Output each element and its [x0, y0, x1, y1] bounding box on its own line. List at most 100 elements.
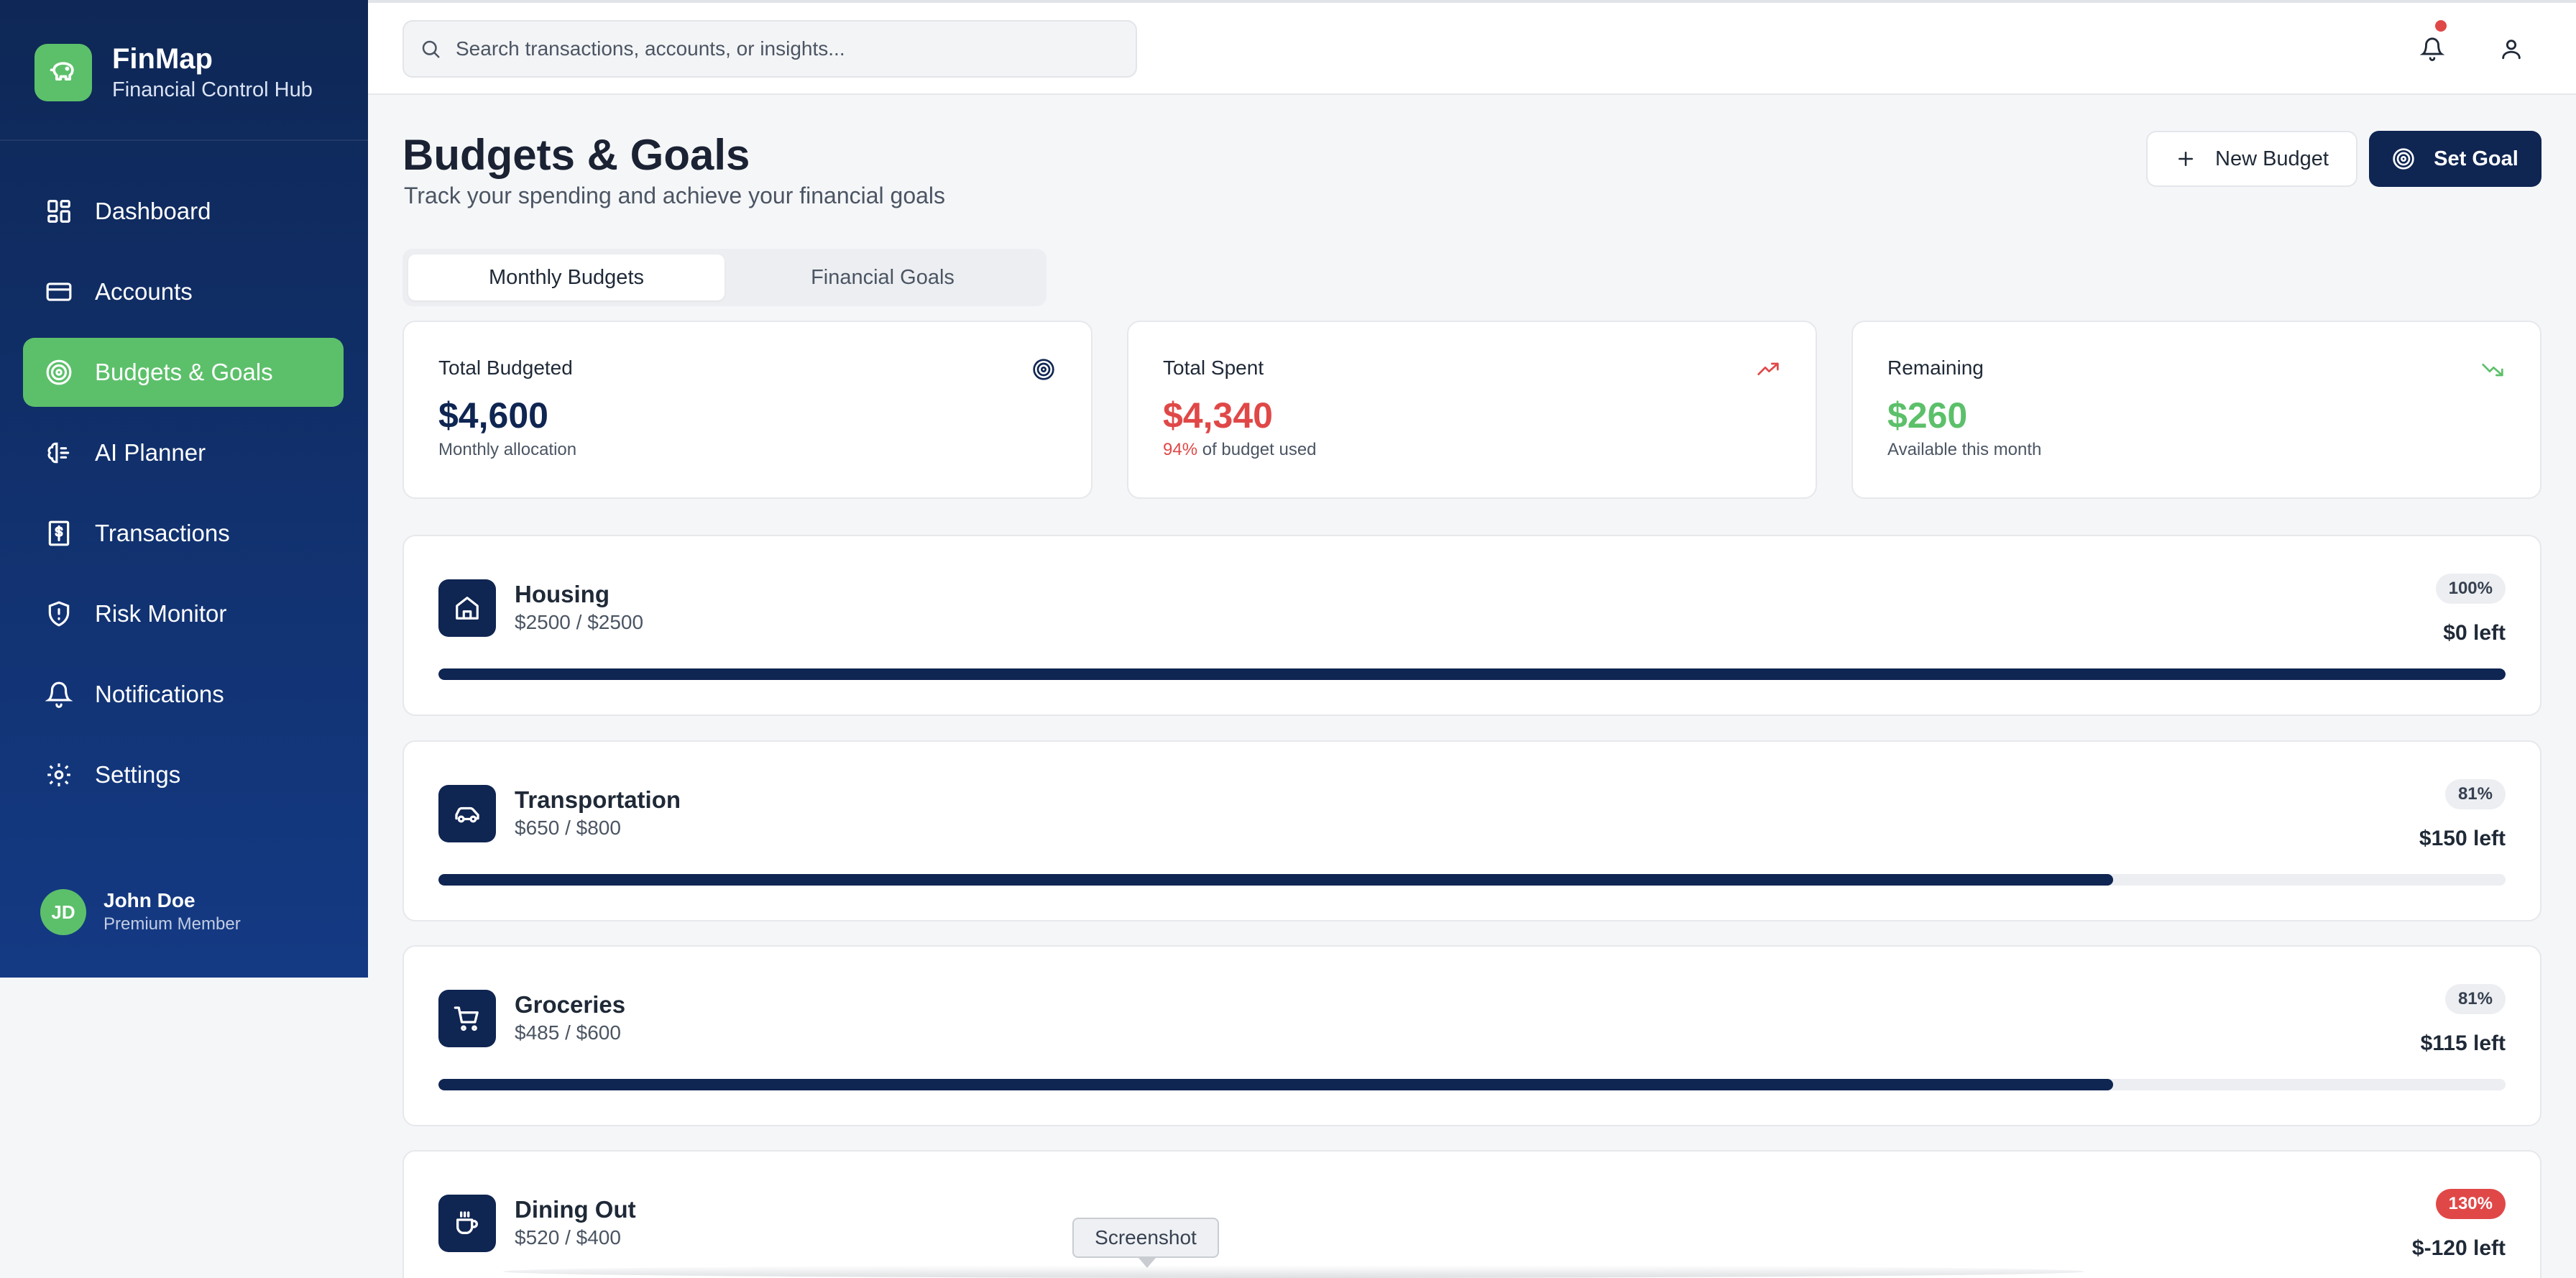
budget-progress-bar: [438, 668, 2506, 680]
sidebar-item-accounts[interactable]: Accounts: [23, 257, 344, 326]
brand-title: FinMap: [112, 43, 213, 75]
budget-progress-fill: [438, 874, 2113, 886]
search-icon: [420, 38, 441, 60]
tooltip-tail: [1138, 1258, 1156, 1268]
stat-card-total-budgeted: Total Budgeted $4,600 Monthly allocation: [402, 321, 1092, 499]
trending-up-icon: [1755, 357, 1781, 382]
notification-badge: [2435, 20, 2447, 32]
budget-progress-bar: [438, 1079, 2506, 1090]
budget-progress-fill: [438, 668, 2506, 680]
budget-amount: $650 / $800: [515, 817, 621, 839]
coffee-icon: [438, 1195, 496, 1252]
budget-progress-fill: [438, 1079, 2113, 1090]
budget-card-housing[interactable]: Housing $2500 / $2500 100% $0 left: [402, 535, 2542, 716]
budget-percent-badge: 130%: [2435, 1189, 2506, 1219]
brand-subtitle: Financial Control Hub: [112, 78, 313, 101]
budget-name: Groceries: [515, 991, 626, 1018]
stat-label: Remaining: [1887, 357, 1984, 379]
budget-name: Housing: [515, 581, 610, 607]
sidebar-item-label: Notifications: [95, 681, 224, 707]
stat-card-remaining: Remaining $260 Available this month: [1852, 321, 2542, 499]
budget-amount: $485 / $600: [515, 1021, 621, 1044]
budget-card-transportation[interactable]: Transportation $650 / $800 81% $150 left: [402, 740, 2542, 921]
screenshot-tooltip: Screenshot: [1072, 1218, 1219, 1258]
sidebar-item-label: Accounts: [95, 278, 193, 305]
set-goal-button[interactable]: Set Goal: [2369, 131, 2542, 187]
profile-button[interactable]: [2491, 29, 2531, 69]
sidebar-item-ai-planner[interactable]: AI Planner: [23, 418, 344, 487]
sidebar-item-risk-monitor[interactable]: Risk Monitor: [23, 579, 344, 648]
plus-icon: [2175, 148, 2196, 170]
bottom-shadow: [503, 1265, 2084, 1278]
user-profile[interactable]: JD John Doe Premium Member: [40, 888, 241, 936]
budget-card-dining-out[interactable]: Dining Out $520 / $400 130% $-120 left: [402, 1150, 2542, 1278]
tab-bar: Monthly Budgets Financial Goals: [402, 249, 1046, 306]
user-name: John Doe: [104, 889, 196, 911]
sidebar-item-transactions[interactable]: Transactions: [23, 499, 344, 568]
set-goal-label: Set Goal: [2434, 147, 2518, 170]
stat-note-highlight: 94%: [1163, 440, 1198, 459]
search-placeholder: Search transactions, accounts, or insigh…: [456, 37, 845, 60]
sidebar-item-budgets-goals[interactable]: Budgets & Goals: [23, 338, 344, 407]
sidebar-item-dashboard[interactable]: Dashboard: [23, 177, 344, 246]
piggy-bank-icon: [34, 44, 92, 101]
avatar: JD: [40, 889, 86, 935]
home-icon: [438, 579, 496, 637]
bell-icon: [45, 680, 73, 709]
user-icon: [2499, 37, 2524, 61]
budget-remaining: $115 left: [2420, 1031, 2506, 1055]
stat-note: Monthly allocation: [438, 440, 577, 459]
user-role: Premium Member: [104, 914, 241, 934]
sidebar-item-label: Dashboard: [95, 198, 211, 224]
car-icon: [438, 785, 496, 842]
tab-monthly-budgets[interactable]: Monthly Budgets: [408, 254, 724, 300]
receipt-dollar-icon: [45, 519, 73, 548]
budget-name: Transportation: [515, 786, 681, 813]
stat-note: Available this month: [1887, 440, 2042, 459]
sidebar-item-label: AI Planner: [95, 439, 206, 466]
stat-value: $260: [1887, 395, 1968, 436]
trending-down-icon: [2480, 357, 2506, 382]
top-bar: Search transactions, accounts, or insigh…: [368, 0, 2576, 95]
gear-icon: [45, 760, 73, 789]
budget-card-groceries[interactable]: Groceries $485 / $600 81% $115 left: [402, 945, 2542, 1126]
brand[interactable]: FinMap Financial Control Hub: [34, 42, 313, 104]
budget-amount: $2500 / $2500: [515, 611, 644, 633]
budget-remaining: $-120 left: [2411, 1236, 2506, 1260]
budget-percent-badge: 81%: [2444, 984, 2506, 1014]
sidebar-item-notifications[interactable]: Notifications: [23, 660, 344, 729]
page-title: Budgets & Goals: [402, 131, 750, 179]
sidebar: FinMap Financial Control Hub Dashboard A…: [0, 0, 368, 978]
sidebar-item-label: Risk Monitor: [95, 600, 227, 627]
sidebar-nav: Dashboard Accounts Budgets & Goals AI Pl…: [23, 177, 344, 821]
credit-card-icon: [45, 277, 73, 306]
new-budget-button[interactable]: New Budget: [2146, 131, 2358, 187]
budget-remaining: $150 left: [2419, 827, 2506, 850]
new-budget-label: New Budget: [2215, 147, 2329, 170]
stat-value: $4,600: [438, 395, 548, 436]
sidebar-item-settings[interactable]: Settings: [23, 740, 344, 809]
sidebar-item-label: Transactions: [95, 520, 230, 546]
stat-label: Total Spent: [1163, 357, 1264, 379]
shopping-cart-icon: [438, 990, 496, 1047]
budget-remaining: $0 left: [2443, 621, 2506, 645]
budget-progress-bar: [438, 874, 2506, 886]
stat-label: Total Budgeted: [438, 357, 573, 379]
search-input[interactable]: Search transactions, accounts, or insigh…: [402, 20, 1137, 78]
sidebar-item-label: Settings: [95, 761, 181, 788]
target-icon: [45, 358, 73, 387]
dashboard-icon: [45, 197, 73, 226]
stat-value: $4,340: [1163, 395, 1273, 436]
bell-icon: [2420, 37, 2444, 61]
stat-note: 94% of budget used: [1163, 440, 1781, 460]
sidebar-divider: [0, 139, 368, 141]
stat-note-text: of budget used: [1197, 440, 1317, 459]
budget-amount: $520 / $400: [515, 1226, 621, 1249]
stat-card-total-spent: Total Spent $4,340 94% of budget used: [1127, 321, 1817, 499]
tab-financial-goals[interactable]: Financial Goals: [724, 254, 1041, 300]
notifications-button[interactable]: [2412, 20, 2452, 69]
page-subtitle: Track your spending and achieve your fin…: [404, 183, 946, 208]
budget-percent-badge: 81%: [2444, 779, 2506, 809]
target-icon: [1031, 357, 1057, 382]
budget-name: Dining Out: [515, 1196, 636, 1223]
